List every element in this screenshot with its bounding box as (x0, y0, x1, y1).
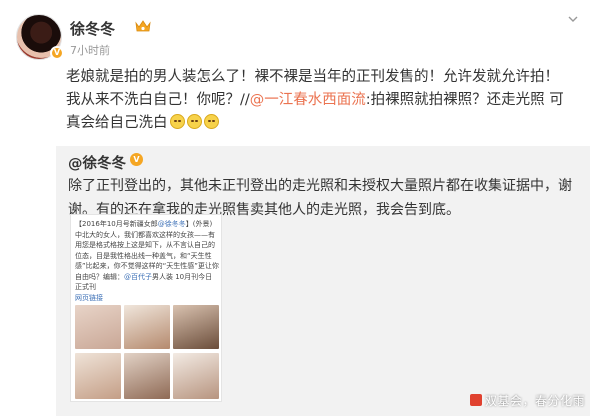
face-emoji-icon (186, 114, 202, 129)
chevron-down-icon[interactable] (566, 12, 580, 26)
photo-thumbnail (173, 353, 219, 399)
clipping-header: 【2016年10月号新疆女郎 (75, 220, 158, 228)
clipping-header-tail: 】(外景) (185, 220, 213, 228)
photo-thumbnail (75, 353, 121, 399)
repost-verified-icon: V (130, 153, 143, 166)
source-watermark: 双基会，春分化雨 (470, 392, 585, 409)
weibo-post: V 徐冬冬 7小时前 老娘就是拍的男人装怎么了！裸不裸是当年的正刊发售的！允许发… (0, 0, 600, 418)
watermark-text: 双基会，春分化雨 (485, 394, 586, 408)
clipping-body-mention: @百代子 (124, 272, 152, 281)
vip-crown-icon (135, 20, 151, 32)
clipping-mention: @徐冬冬 (157, 220, 186, 228)
post-body: 老娘就是拍的男人装怎么了！裸不裸是当年的正刊发售的！允许发就允许拍！我从来不洗白… (66, 66, 566, 135)
photo-thumbnail (75, 305, 121, 349)
photo-thumbnail (124, 305, 170, 349)
photo-thumbnail (173, 305, 219, 349)
source-logo-icon (470, 394, 482, 406)
face-emoji-icon (203, 114, 219, 129)
clipping-text: 【2016年10月号新疆女郎@徐冬冬】(外景) 中北大的女人，我们都喜欢这样的女… (75, 219, 219, 303)
photo-grid (75, 305, 219, 399)
post-timestamp: 7小时前 (70, 44, 110, 57)
face-emoji-icon (169, 114, 185, 129)
verified-badge-icon: V (50, 46, 64, 60)
magazine-clipping-image[interactable]: 【2016年10月号新疆女郎@徐冬冬】(外景) 中北大的女人，我们都喜欢这样的女… (70, 214, 222, 402)
clipping-link: 网页链接 (75, 293, 103, 302)
user-mention-link[interactable]: @一江春水西面流 (250, 92, 366, 108)
repost-username[interactable]: @徐冬冬 (68, 152, 126, 173)
post-username[interactable]: 徐冬冬 (70, 18, 115, 39)
photo-thumbnail (124, 353, 170, 399)
